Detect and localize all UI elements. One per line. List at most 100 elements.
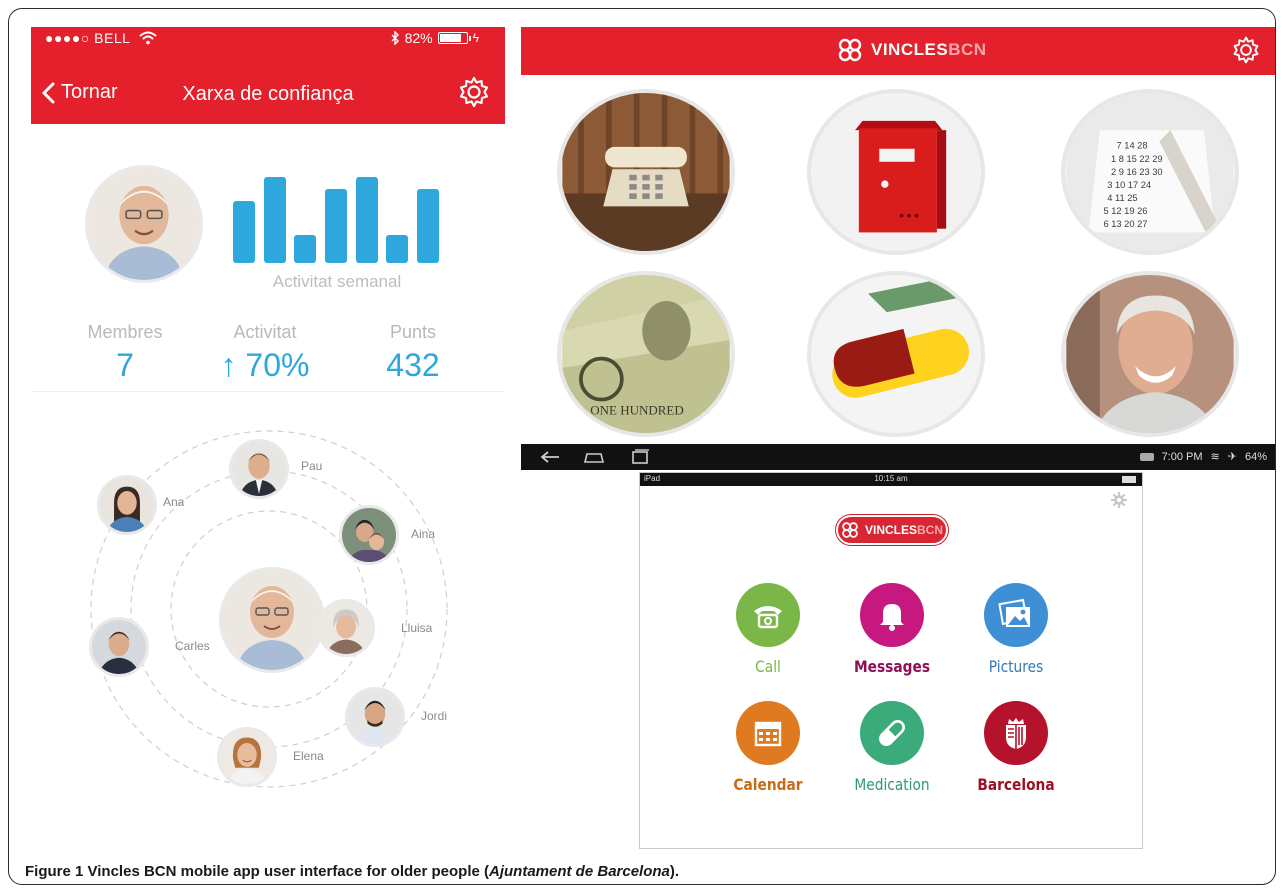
network-member-ana-name: Ana [163, 495, 185, 509]
tile-calendar[interactable]: 7 14 28 1 8 15 22 29 2 9 16 23 30 3 10 1… [1061, 89, 1239, 255]
figure-caption-source: Ajuntament de Barcelona [489, 863, 670, 880]
weekly-activity-bar-7 [417, 189, 439, 263]
weekly-activity-bar-6 [386, 235, 408, 263]
network-member-lluisa-name: Lluisa [401, 621, 433, 635]
brand-bcn: BCN [917, 523, 943, 537]
app-pictures-label: Pictures [988, 657, 1044, 676]
stat-points-label: Punts [389, 322, 437, 342]
network-member-pau-name: Pau [301, 459, 323, 473]
android-system-status: 7:00 PM ≋ ✈ 64% [1139, 450, 1267, 463]
vincles-logo-icon [838, 38, 862, 62]
network-member-jordi[interactable] [345, 687, 405, 747]
app-medication[interactable]: Medication [832, 701, 952, 794]
app-medication-label: Medication [854, 775, 930, 794]
network-member-aina[interactable] [339, 505, 399, 565]
network-member-ana[interactable] [97, 475, 157, 535]
app-pictures-icon-bg [984, 583, 1048, 647]
weekly-activity-bar-4 [325, 189, 347, 263]
network-member-pau[interactable] [229, 439, 289, 499]
vincles-logo: VINCLES BCN [836, 515, 948, 545]
app-calendar[interactable]: Calendar [708, 701, 828, 794]
svg-text:5 12 19 26: 5 12 19 26 [1104, 206, 1148, 216]
brand-vincles: VINCLES [864, 523, 917, 537]
weekly-activity-bar-1 [233, 201, 255, 263]
network-member-lluisa[interactable] [317, 599, 375, 657]
stat-members: Membres 7 [65, 322, 185, 384]
network-center-user[interactable] [219, 567, 325, 673]
figure-caption-suffix: ). [669, 863, 680, 880]
stats-divider [31, 391, 505, 392]
home-icon[interactable] [583, 449, 605, 465]
network-member-elena[interactable] [217, 727, 277, 787]
app-call-label: Call [755, 657, 781, 676]
svg-text:7 14 28: 7 14 28 [1117, 141, 1148, 151]
app-barcelona-icon-bg [984, 701, 1048, 765]
stat-activity: Activitat ↑ 70% [205, 322, 325, 384]
app-calendar-icon-bg [736, 701, 800, 765]
tile-medication[interactable] [807, 271, 985, 437]
battery-percent: 82% [404, 30, 433, 46]
profile-photo[interactable] [85, 165, 203, 283]
android-nav-bar: 7:00 PM ≋ ✈ 64% [521, 444, 1275, 470]
gear-icon[interactable] [1110, 491, 1128, 509]
barcelona-shield-icon [1006, 718, 1026, 749]
weekly-activity-bar-5 [356, 177, 378, 263]
svg-text:1 8 15 22 29: 1 8 15 22 29 [1111, 154, 1163, 164]
android-battery: 64% [1244, 450, 1267, 463]
svg-text:3 10 17 24: 3 10 17 24 [1107, 180, 1151, 190]
vincles-logo-icon [842, 522, 858, 538]
network-member-carles[interactable] [89, 617, 149, 677]
stat-activity-value: ↑ 70% [220, 347, 310, 383]
stat-members-value: 7 [116, 347, 134, 383]
ipad-screen: iPad 10:15 am VINCLES BCN Call Messages … [639, 472, 1143, 849]
stat-points: Punts 432 [353, 322, 473, 384]
network-member-carles-name: Carles [175, 639, 210, 653]
android-header: VINCLES BCN [521, 27, 1275, 75]
screen-title: Xarxa de confiança [182, 83, 354, 105]
app-pictures[interactable]: Pictures [956, 583, 1076, 676]
ipad-status-bar: iPad 10:15 am [640, 473, 1142, 486]
tile-contact-photo[interactable] [1061, 271, 1239, 437]
wifi-icon [139, 31, 157, 45]
app-messages[interactable]: Messages [832, 583, 952, 676]
svg-text:ONE HUNDRED: ONE HUNDRED [590, 402, 684, 417]
app-call[interactable]: Call [708, 583, 828, 676]
calendar-icon [754, 721, 782, 747]
phone-header: ●●●●○ BELL 82% ϟ Tornar Xarxa de confian… [31, 27, 505, 124]
tile-telephone[interactable] [557, 89, 735, 255]
tile-money[interactable]: ONE HUNDRED [557, 271, 735, 437]
trust-network-diagram: Pau Ana Aina Carles Lluisa Jordi Elena [71, 409, 471, 809]
android-clock: 7:00 PM [1161, 450, 1203, 463]
phone-battery-area: 82% ϟ [390, 30, 479, 46]
gear-icon[interactable] [1231, 35, 1261, 65]
airplane-icon: ✈ [1227, 451, 1237, 463]
figure-caption: Figure 1 Vincles BCN mobile app user int… [25, 863, 679, 880]
ipad-clock: 10:15 am [874, 474, 908, 483]
weekly-activity-caption: Activitat semanal [272, 272, 402, 291]
app-call-icon-bg [736, 583, 800, 647]
back-arrow-icon[interactable] [539, 449, 561, 465]
figure-frame: ●●●●○ BELL 82% ϟ Tornar Xarxa de confian… [8, 8, 1276, 885]
network-member-aina-name: Aina [411, 527, 436, 541]
carrier-label: ●●●●○ BELL [45, 30, 131, 46]
app-messages-label: Messages [853, 657, 931, 676]
weekly-activity-chart [233, 177, 439, 263]
weekly-activity-bar-2 [264, 177, 286, 263]
keyboard-icon [1139, 452, 1154, 461]
stat-members-label: Membres [87, 322, 163, 342]
svg-text:6 13 20 27: 6 13 20 27 [1104, 219, 1148, 229]
app-calendar-label: Calendar [733, 775, 803, 794]
app-barcelona[interactable]: Barcelona [956, 701, 1076, 794]
recent-apps-icon[interactable] [629, 449, 651, 465]
network-member-elena-name: Elena [293, 749, 324, 763]
bluetooth-icon [391, 31, 399, 45]
bell-icon [880, 604, 904, 631]
brand-bcn: BCN [948, 40, 987, 59]
battery-icon [1122, 476, 1136, 483]
gear-icon[interactable] [457, 75, 491, 109]
app-barcelona-label: Barcelona [977, 775, 1055, 794]
charging-icon: ϟ [472, 31, 479, 45]
tile-mailbox[interactable] [807, 89, 985, 255]
pill-icon [879, 720, 905, 746]
stat-points-value: 432 [386, 347, 440, 383]
